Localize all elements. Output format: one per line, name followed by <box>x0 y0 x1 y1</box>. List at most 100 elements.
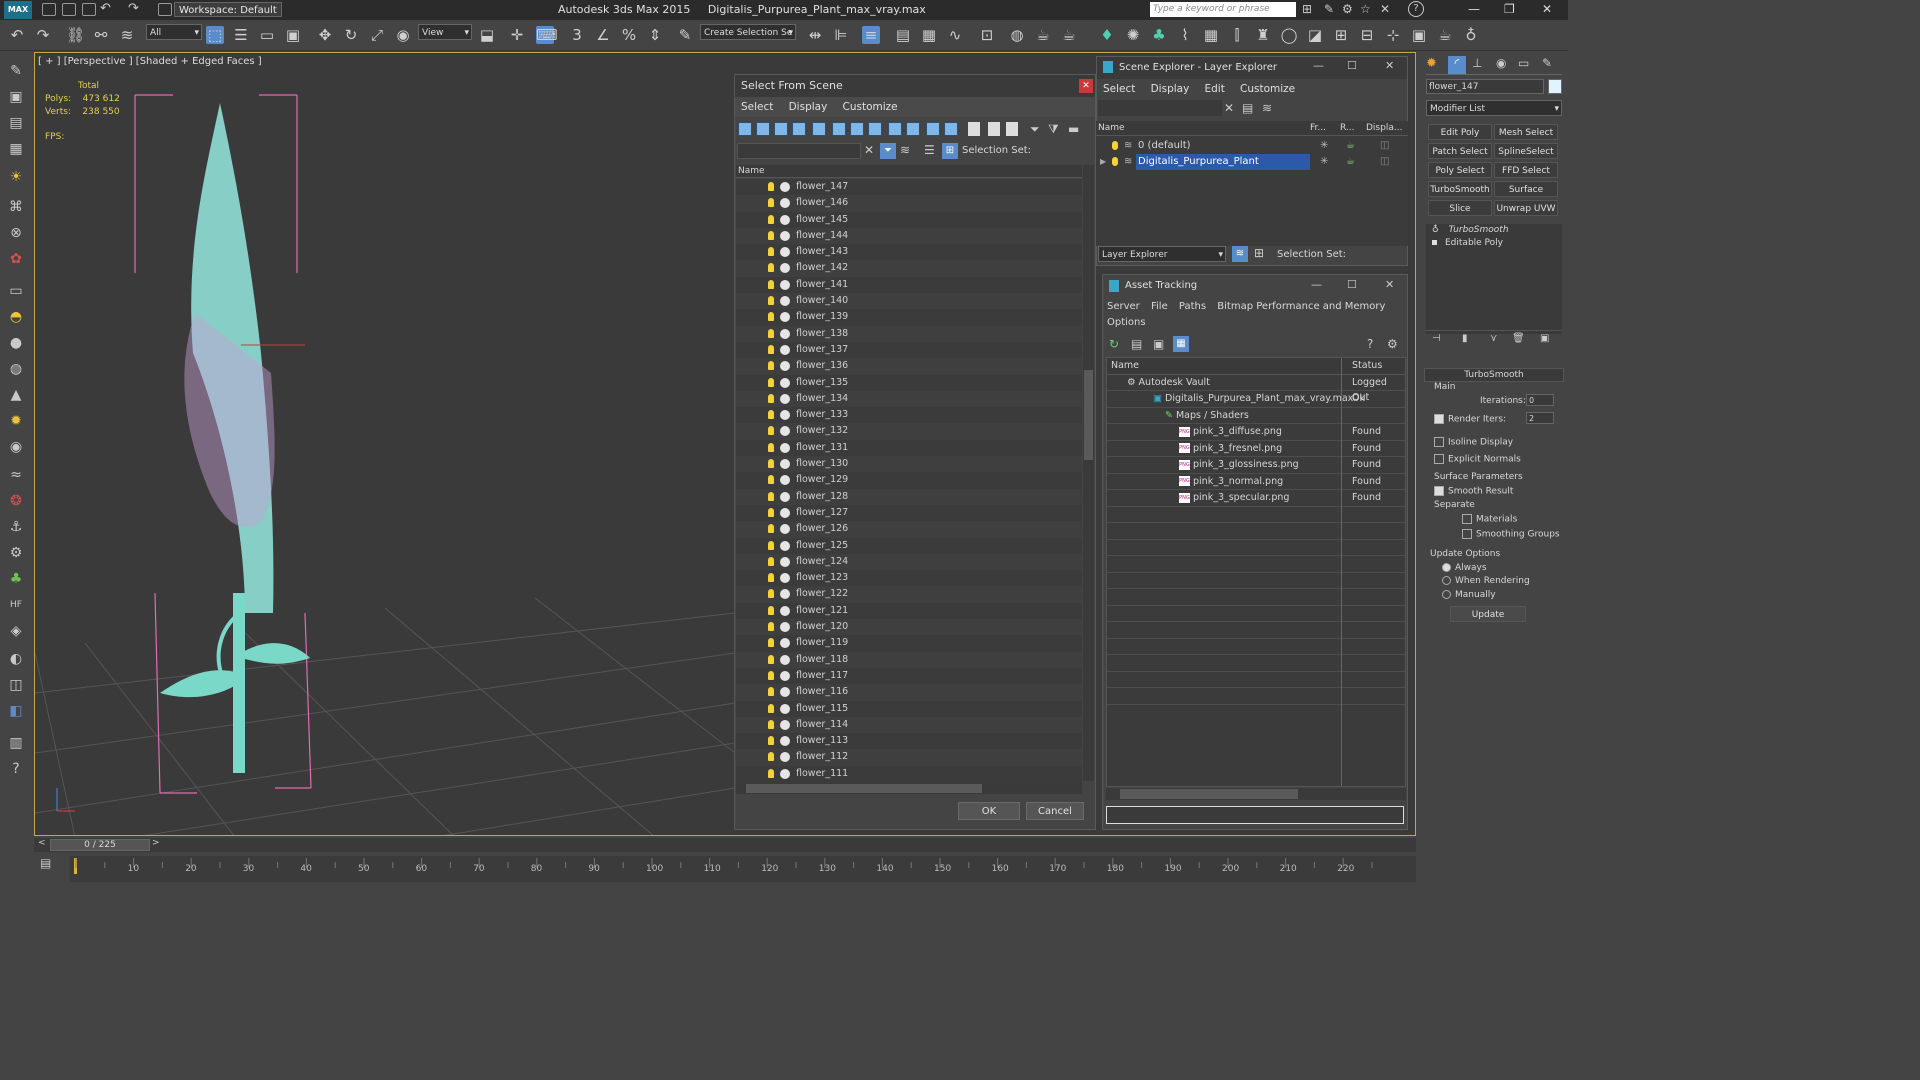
list-item[interactable]: flower_133 <box>736 407 1082 423</box>
turbosmooth-button[interactable]: TurboSmooth <box>1428 181 1492 197</box>
tools-icon[interactable]: ✎ <box>1324 2 1334 16</box>
light-bulb-icon[interactable] <box>768 344 774 354</box>
align-icon[interactable]: ⊫ <box>832 26 850 44</box>
menu-customize[interactable]: Customize <box>837 97 904 117</box>
list-item[interactable]: flower_120 <box>736 619 1082 636</box>
list-view-icon[interactable]: ▤ <box>1131 337 1142 351</box>
list-item[interactable]: flower_114 <box>736 716 1082 734</box>
next-frame-icon[interactable]: > <box>152 838 160 848</box>
named-selection-set-dropdown[interactable]: Create Selection Se <box>700 24 796 41</box>
vray-render-icon[interactable]: ⊟ <box>1358 26 1376 44</box>
list-item[interactable]: flower_131 <box>736 440 1082 456</box>
when-rendering-radio[interactable]: When Rendering <box>1442 576 1530 586</box>
filter-list-icon[interactable]: ▤ <box>1242 101 1253 115</box>
table-row[interactable]: PNG pink_3_fresnel.png Found <box>1107 441 1405 457</box>
freeze-icon[interactable]: ✳ <box>1320 138 1328 154</box>
thumbnail-view-icon[interactable]: ▣ <box>1153 337 1164 351</box>
light-bulb-icon[interactable] <box>768 296 774 306</box>
maximize-icon[interactable]: ☐ <box>1347 59 1357 72</box>
filter-hidden-icon[interactable] <box>944 122 958 136</box>
frame-indicator[interactable]: 0 / 225 <box>50 839 150 851</box>
display-icon[interactable]: ◫ <box>1380 154 1389 170</box>
modify-tab-icon[interactable]: ◜ <box>1448 56 1466 74</box>
light-bulb-icon[interactable] <box>768 198 774 208</box>
find-input[interactable] <box>737 143 861 159</box>
edit-named-selection-icon[interactable]: ✎ <box>676 26 694 44</box>
binoculars-icon[interactable]: ⊞ <box>1302 2 1312 16</box>
layer-name[interactable]: 0 (default) <box>1138 138 1191 154</box>
document-icon[interactable]: ▤ <box>6 114 26 132</box>
list-item[interactable]: flower_117 <box>736 668 1082 684</box>
light-bulb-icon[interactable] <box>768 638 774 648</box>
slice-button[interactable]: Slice <box>1428 200 1492 216</box>
display-invert-icon[interactable] <box>1006 122 1018 136</box>
expand-arrow-icon[interactable]: ▶ <box>1100 154 1106 170</box>
table-row[interactable] <box>1107 672 1405 688</box>
clipboard-icon[interactable]: ▥ <box>6 734 26 752</box>
light-bulb-icon[interactable] <box>768 654 774 664</box>
bones-icon[interactable]: ⚓ <box>6 518 26 536</box>
column-divider[interactable] <box>1341 358 1342 786</box>
list-item[interactable]: flower_141 <box>736 277 1082 293</box>
vray-toolbar-icon[interactable]: ⊹ <box>1384 26 1402 44</box>
vray-fur-icon[interactable]: ♣ <box>1150 26 1168 44</box>
patch-select-button[interactable]: Patch Select <box>1428 143 1492 159</box>
col-frozen[interactable]: Fr... <box>1310 121 1326 135</box>
redo-icon[interactable]: ↷ <box>34 26 52 44</box>
time-slider[interactable]: < 0 / 225 > <box>34 838 1416 852</box>
filter-cameras-icon[interactable] <box>792 122 806 136</box>
track-bar-toggle-icon[interactable]: ▤ <box>40 856 62 880</box>
list-item[interactable]: flower_147 <box>736 179 1082 195</box>
snaps-toggle-icon[interactable]: 3 <box>568 26 586 44</box>
list-item[interactable]: flower_127 <box>736 505 1082 521</box>
make-unique-icon[interactable]: ⋎ <box>1490 333 1497 344</box>
light-bulb-icon[interactable] <box>768 377 774 387</box>
stack-item-turbosmooth[interactable]: ♁ TurboSmooth <box>1426 224 1562 237</box>
vray-plane-icon[interactable]: ⌇ <box>1176 26 1194 44</box>
list-item[interactable]: flower_126 <box>736 521 1082 538</box>
vray-sun-icon[interactable]: ✺ <box>1124 26 1142 44</box>
list-item[interactable]: flower_143 <box>736 244 1082 260</box>
render-iters-checkbox[interactable]: Render Iters: <box>1434 414 1506 425</box>
percent-snap-icon[interactable]: % <box>620 26 638 44</box>
workspace-dropdown[interactable]: Workspace: Default <box>174 2 282 17</box>
list-item[interactable]: flower_122 <box>736 586 1082 603</box>
table-row[interactable] <box>1107 573 1405 589</box>
filter-groups-icon[interactable] <box>850 122 864 136</box>
motion-tab-icon[interactable]: ◉ <box>1496 56 1506 70</box>
mesh-select-button[interactable]: Mesh Select <box>1494 124 1558 140</box>
light-bulb-icon[interactable] <box>768 328 774 338</box>
close-icon[interactable]: ✕ <box>1542 2 1552 16</box>
close-search-icon[interactable]: ✕ <box>1380 2 1390 16</box>
list-horizontal-scrollbar[interactable] <box>736 783 1082 794</box>
rect-selection-icon[interactable]: ▭ <box>258 26 276 44</box>
menu-display[interactable]: Display <box>1145 79 1196 99</box>
filter-geometry-icon[interactable] <box>738 122 752 136</box>
link-icon[interactable]: ⛓ <box>66 26 85 44</box>
render-frame-icon[interactable]: ☕ <box>1060 26 1078 44</box>
menu-select[interactable]: Select <box>1097 79 1141 99</box>
asset-path-field[interactable] <box>1106 806 1404 824</box>
list-vertical-scrollbar[interactable] <box>1083 165 1094 781</box>
list-item[interactable]: flower_125 <box>736 538 1082 554</box>
minimize-icon[interactable]: — <box>1468 2 1480 16</box>
gear-icon[interactable]: ⚙ <box>6 544 26 562</box>
list-item[interactable]: flower_130 <box>736 456 1082 473</box>
layer-stack-icon[interactable]: ☰ <box>924 143 935 157</box>
toggle-panel-icon[interactable]: ▬ <box>1068 122 1079 136</box>
hierarchy-mode-icon[interactable]: ⊞ <box>1254 246 1264 260</box>
list-item[interactable]: flower_115 <box>736 701 1082 717</box>
column-header-name[interactable]: Name <box>736 165 1082 178</box>
place-icon[interactable]: ◉ <box>394 26 412 44</box>
vray-proxy-icon[interactable]: ▦ <box>1202 26 1220 44</box>
selection-filter-dropdown[interactable]: All <box>146 24 202 41</box>
ok-button[interactable]: OK <box>958 802 1020 820</box>
show-end-result-icon[interactable]: ▮ <box>1462 333 1468 344</box>
display-all-icon[interactable] <box>968 122 980 136</box>
filter-shapes-icon[interactable] <box>756 122 770 136</box>
viewport-label[interactable]: [ + ] [Perspective ] [Shaded + Edged Fac… <box>38 56 262 67</box>
table-row[interactable] <box>1107 540 1405 556</box>
light-bulb-icon[interactable] <box>768 622 774 632</box>
surface-select-button[interactable]: Surface Select <box>1494 181 1558 211</box>
vray-mesh-icon[interactable]: ⫿ <box>1228 26 1246 44</box>
